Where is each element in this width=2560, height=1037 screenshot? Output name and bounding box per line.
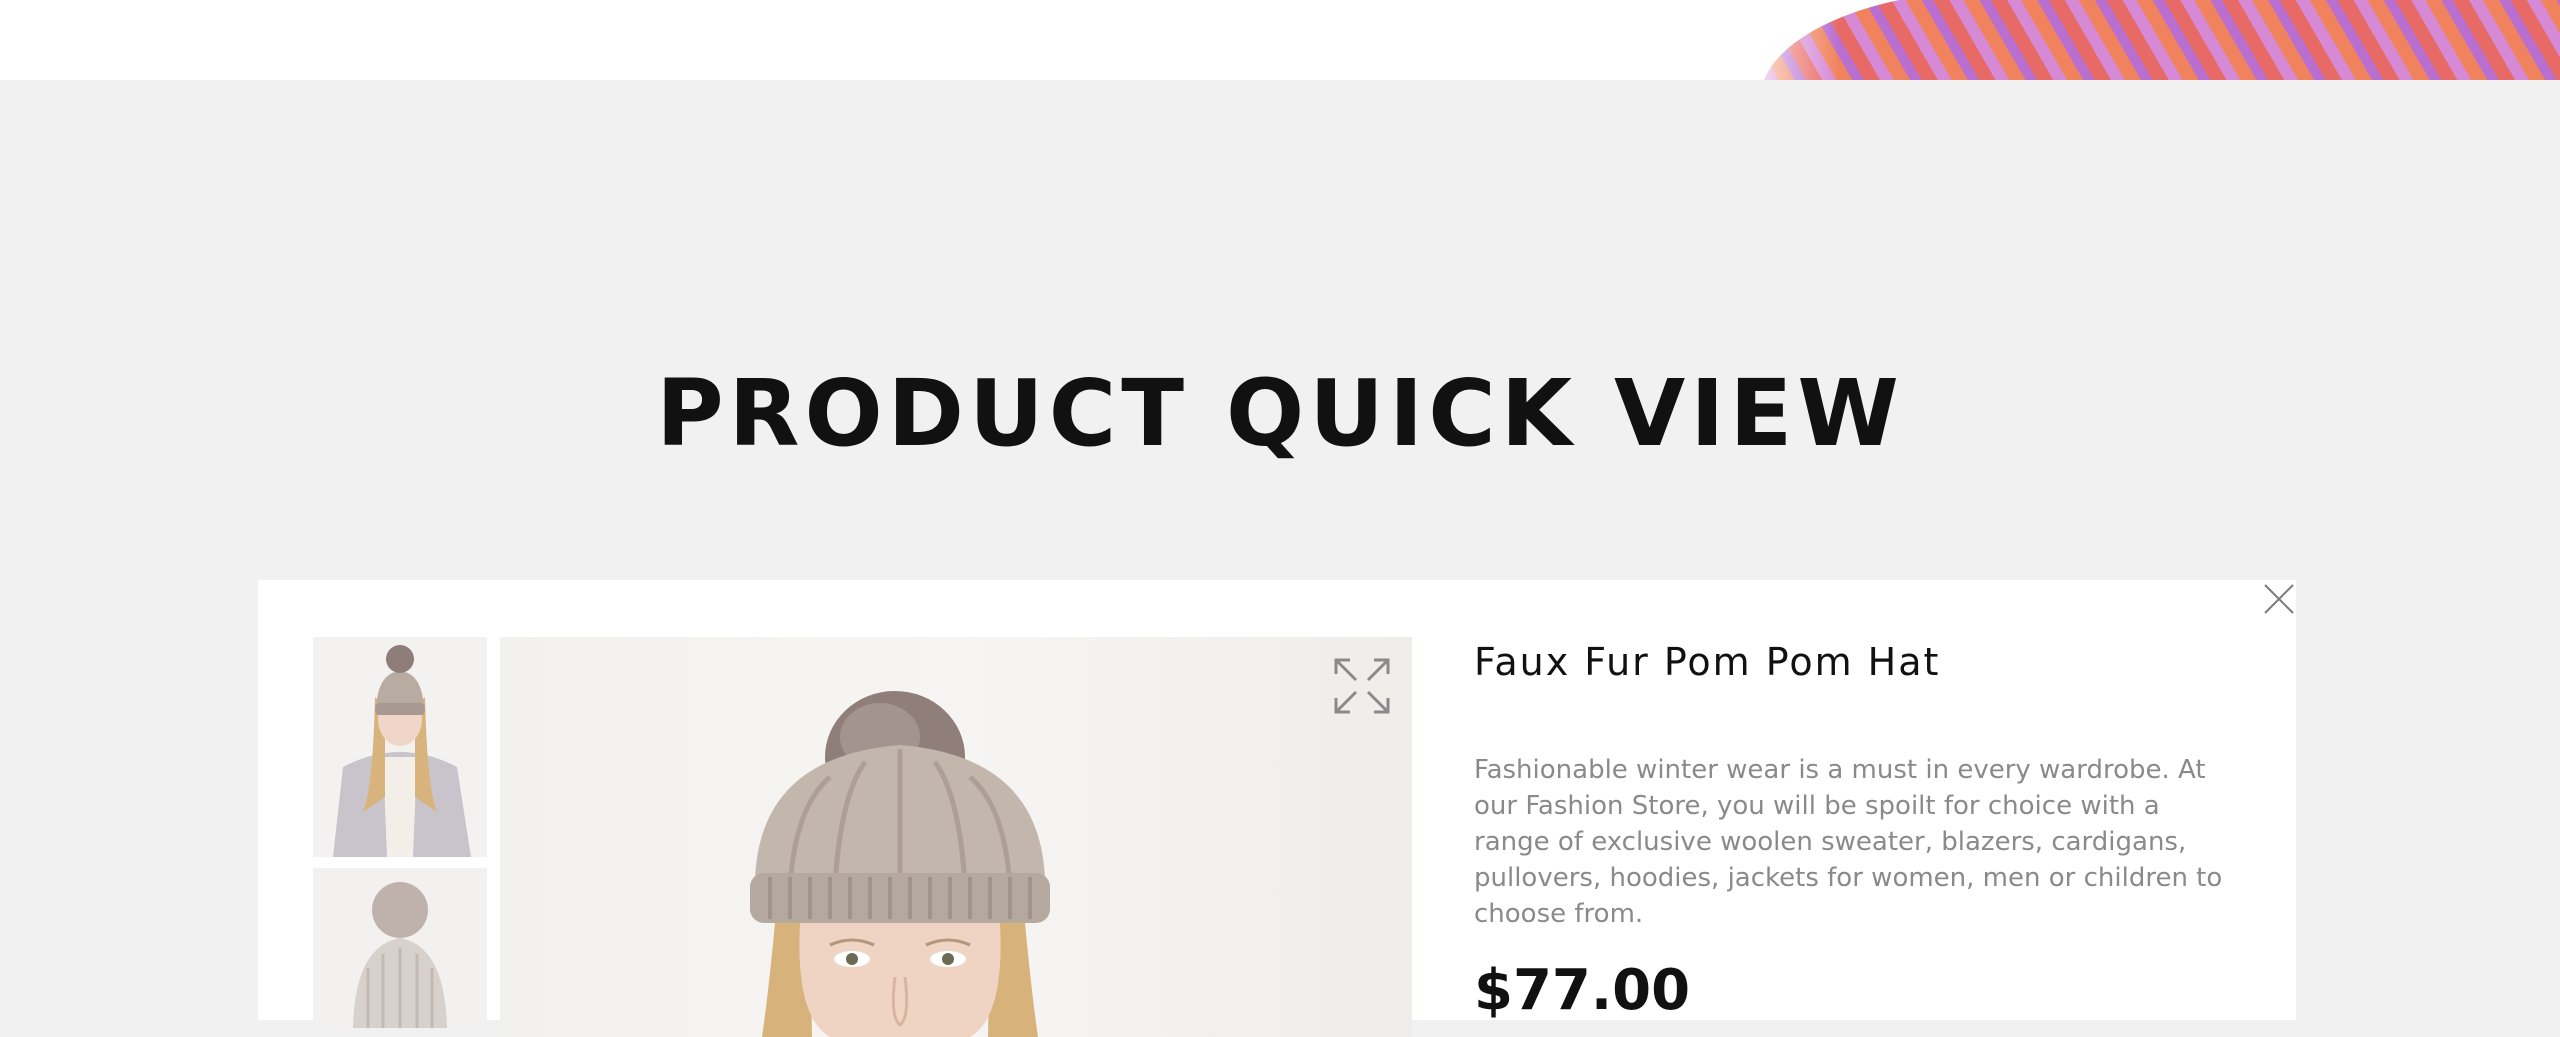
expand-icon[interactable] xyxy=(1330,654,1394,718)
banner-image xyxy=(1720,0,2560,80)
hat-photo xyxy=(313,868,487,1028)
product-price: $77.00 xyxy=(1474,958,1691,1023)
main-product-image xyxy=(500,637,1412,1037)
thumbnail-model[interactable] xyxy=(313,637,487,857)
close-icon[interactable] xyxy=(2262,582,2296,616)
top-banner xyxy=(0,0,2560,80)
model-photo xyxy=(313,637,487,857)
model-closeup-photo xyxy=(750,691,1050,1037)
product-description: Fashionable winter wear is a must in eve… xyxy=(1474,755,2223,929)
product-name: Faux Fur Pom Pom Hat xyxy=(1474,640,1941,684)
section-title: PRODUCT QUICK VIEW xyxy=(656,360,1904,467)
thumbnail-hat[interactable] xyxy=(313,868,487,1028)
